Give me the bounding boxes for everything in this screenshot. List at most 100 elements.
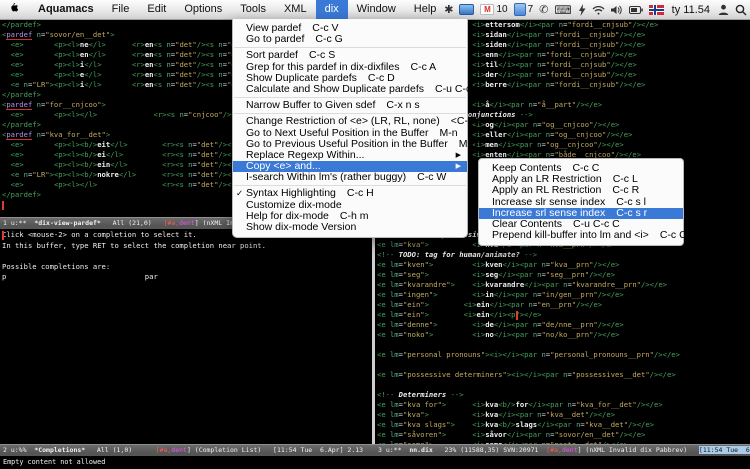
modeline-segment: dent (179, 219, 195, 227)
window-switcher-icon[interactable] (459, 4, 474, 15)
menubar-clock[interactable]: ty 11.54 (670, 4, 712, 16)
menu-item-label: Copy <e> and... (246, 160, 321, 172)
code-line: <e lm="kva for"> <i>kva<b/>for</i><par n… (375, 400, 750, 410)
growl-icon[interactable]: ✱ (444, 3, 453, 16)
echo-area: Empty content not allowed (0, 456, 750, 469)
menu-item-shortcut: C-x n s (386, 99, 419, 111)
completion-line: Possible completions are: (0, 262, 372, 273)
menu-item-shortcut: C-c C (572, 162, 599, 174)
menu-item-label: Help for dix-mode (246, 210, 329, 222)
text-cursor (516, 311, 518, 320)
menu-separator (234, 97, 466, 98)
volume-icon[interactable] (611, 5, 623, 15)
modeline-segment: dent (562, 446, 578, 454)
modeline-segment: *Completions* (34, 446, 85, 454)
spotlight-search-icon[interactable] (735, 4, 747, 16)
modeline-segment: 3 u:** (378, 446, 409, 454)
menu-item-label: I-search Within lm's (rather buggy) (246, 171, 406, 183)
dix-dropdown-menu: View pardefC-c VGo to pardefC-c GSort pa… (232, 19, 468, 238)
notes-count: 7 (528, 4, 534, 15)
menubar-item-options[interactable]: Options (175, 0, 231, 19)
keyboard-icon[interactable]: ⌨ (554, 3, 571, 17)
menu-item-label: Increase slr sense index (492, 196, 605, 208)
modeline-dix-file: 3 u:** nn.dix 23% (11588,35) SVN:20971 [… (375, 444, 750, 456)
menu-item-show-dix-mode-version[interactable]: Show dix-mode Version (233, 222, 467, 233)
modeline-segment: [11:54 Tue 6.Apr] 2.13 (273, 446, 363, 454)
menu-item-shortcut: C-u C-c D (435, 83, 482, 95)
menu-item-shortcut: C-h m (340, 210, 369, 222)
code-line: <e lm="denne"> <i>de</i><par n="de/nne__… (375, 320, 750, 330)
code-line: <e lm="noko"> <i>no</i><par n="no/ko__pr… (375, 330, 750, 340)
menu-item-label: Apply an RL Restriction (492, 184, 601, 196)
menubar-item-edit[interactable]: Edit (138, 0, 175, 19)
battery-icon[interactable] (629, 6, 643, 14)
menu-item-shortcut: C-c s r (616, 207, 647, 219)
completion-line: In this buffer, type RET to select the c… (0, 241, 372, 252)
menu-item-shortcut: C-c s l (616, 196, 646, 208)
menubar-item-file[interactable]: File (103, 0, 139, 19)
menubar-item-dix[interactable]: dix (316, 0, 348, 19)
code-line (375, 380, 750, 390)
wifi-icon[interactable] (592, 5, 605, 15)
menu-item-label: View pardef (246, 22, 301, 34)
modeline-segment: [11:54 Tue 6.Apr] 2.13 (699, 446, 750, 454)
menubar-item-xml[interactable]: XML (275, 0, 316, 19)
menu-item-shortcut: C-c G (315, 33, 342, 45)
menu-item-go-to-pardef[interactable]: Go to pardefC-c G (233, 34, 467, 45)
keyboard-layout-flag-icon[interactable] (649, 5, 664, 15)
completion-line (0, 251, 372, 262)
modeline-segment: dent (171, 446, 187, 454)
modeline-segment: 23% (11588,35) SVN:20971 (433, 446, 547, 454)
code-line: <e lm="kven"> <i>kven</i><par n="kva__pr… (375, 260, 750, 270)
menu-item-label: Replace Regexp Within... (246, 149, 364, 161)
code-line: <e lm="ingen"> <i>in</i><par n="in/gen__… (375, 290, 750, 300)
aquamacs-screen: <e> <p><l></l> <r><s n="part"/></p></e><… (0, 0, 750, 469)
menubar-item-tools[interactable]: Tools (231, 0, 275, 19)
apple-menu-icon[interactable] (0, 3, 29, 16)
code-line: <e lm="kvarandre"> <i>kvarandre</i><par … (375, 280, 750, 290)
menu-item-shortcut: C-c W (417, 171, 446, 183)
menu-item-label: Narrow Buffer to Given sdef (246, 99, 375, 111)
menubar-item-aquamacs[interactable]: Aquamacs (29, 0, 103, 19)
menu-item-prepend-kill-buffer-into-lm-and-i[interactable]: Prepend kill-buffer into lm and <i>C-c C… (479, 230, 683, 241)
menu-item-shortcut: M-n (439, 127, 457, 139)
modeline-segment: 2 u:%% (3, 446, 34, 454)
menu-item-i-search-within-lm-s-rather-buggy[interactable]: I-search Within lm's (rather buggy) C-c W (233, 172, 467, 183)
gmail-icon[interactable]: M10 (480, 4, 507, 15)
submenu-arrow-icon: ▶ (456, 161, 461, 172)
menu-item-label: Go to Previous Useful Position in the Bu… (246, 138, 448, 150)
code-line: <e lm="ein"> <i>ein</i><par n="en__prn"/… (375, 300, 750, 310)
menu-item-label: Calculate and Show Duplicate pardefs (246, 83, 424, 95)
text-cursor (2, 201, 4, 210)
power-icon[interactable] (578, 4, 586, 16)
menu-item-shortcut: <C-tab> (451, 115, 489, 127)
code-line: <!-- TODO: tag for human/animate? --> (375, 250, 750, 260)
code-line: <e lm="såvoren"> <i>såvor</i><par n="sov… (375, 430, 750, 440)
status-icons: ✱ M10 7 ✆ ⌨ ty 11.54 (444, 0, 747, 19)
menu-item-label: Go to Next Useful Position in the Buffer (246, 127, 428, 139)
menu-item-shortcut: C-c D (368, 72, 395, 84)
modeline-segment: ] (nXML Invalid dix Pabbrev) (578, 446, 699, 454)
completions-buffer[interactable]: Click <mouse-2> on a completion to selec… (0, 228, 372, 446)
menu-separator (234, 113, 466, 114)
code-line: <e lm="kva"> <i>kva</i><par n="kva__det"… (375, 410, 750, 420)
menu-item-shortcut: C-c C-y (660, 229, 696, 241)
completion-line: p par (0, 272, 372, 283)
modeline-segment: [#a, (156, 446, 172, 454)
modeline-segment: [#a, (546, 446, 562, 454)
menu-item-narrow-buffer-to-given-sdef[interactable]: Narrow Buffer to Given sdef C-x n s (233, 100, 467, 111)
code-line: <e lm="personal pronouns"><i></i><par n=… (375, 350, 750, 360)
menu-item-shortcut: C-c S (309, 49, 335, 61)
modeline-segment: nn.dix (409, 446, 432, 454)
menu-item-label: Keep Contents (492, 162, 561, 174)
phone-icon[interactable]: ✆ (539, 3, 548, 16)
modeline-segment: [#a, (163, 219, 179, 227)
menu-item-label: Clear Contents (492, 218, 562, 230)
user-icon[interactable] (718, 4, 729, 16)
menu-item-calculate-and-show-duplicate-pardefs[interactable]: Calculate and Show Duplicate pardefsC-u … (233, 84, 467, 95)
modeline-segment: ] (Completion List) (187, 446, 273, 454)
submenu-arrow-icon: ▶ (456, 150, 461, 161)
menubar-item-window[interactable]: Window (348, 0, 405, 19)
menubar-item-help[interactable]: Help (405, 0, 446, 19)
notes-icon[interactable]: 7 (514, 3, 534, 16)
